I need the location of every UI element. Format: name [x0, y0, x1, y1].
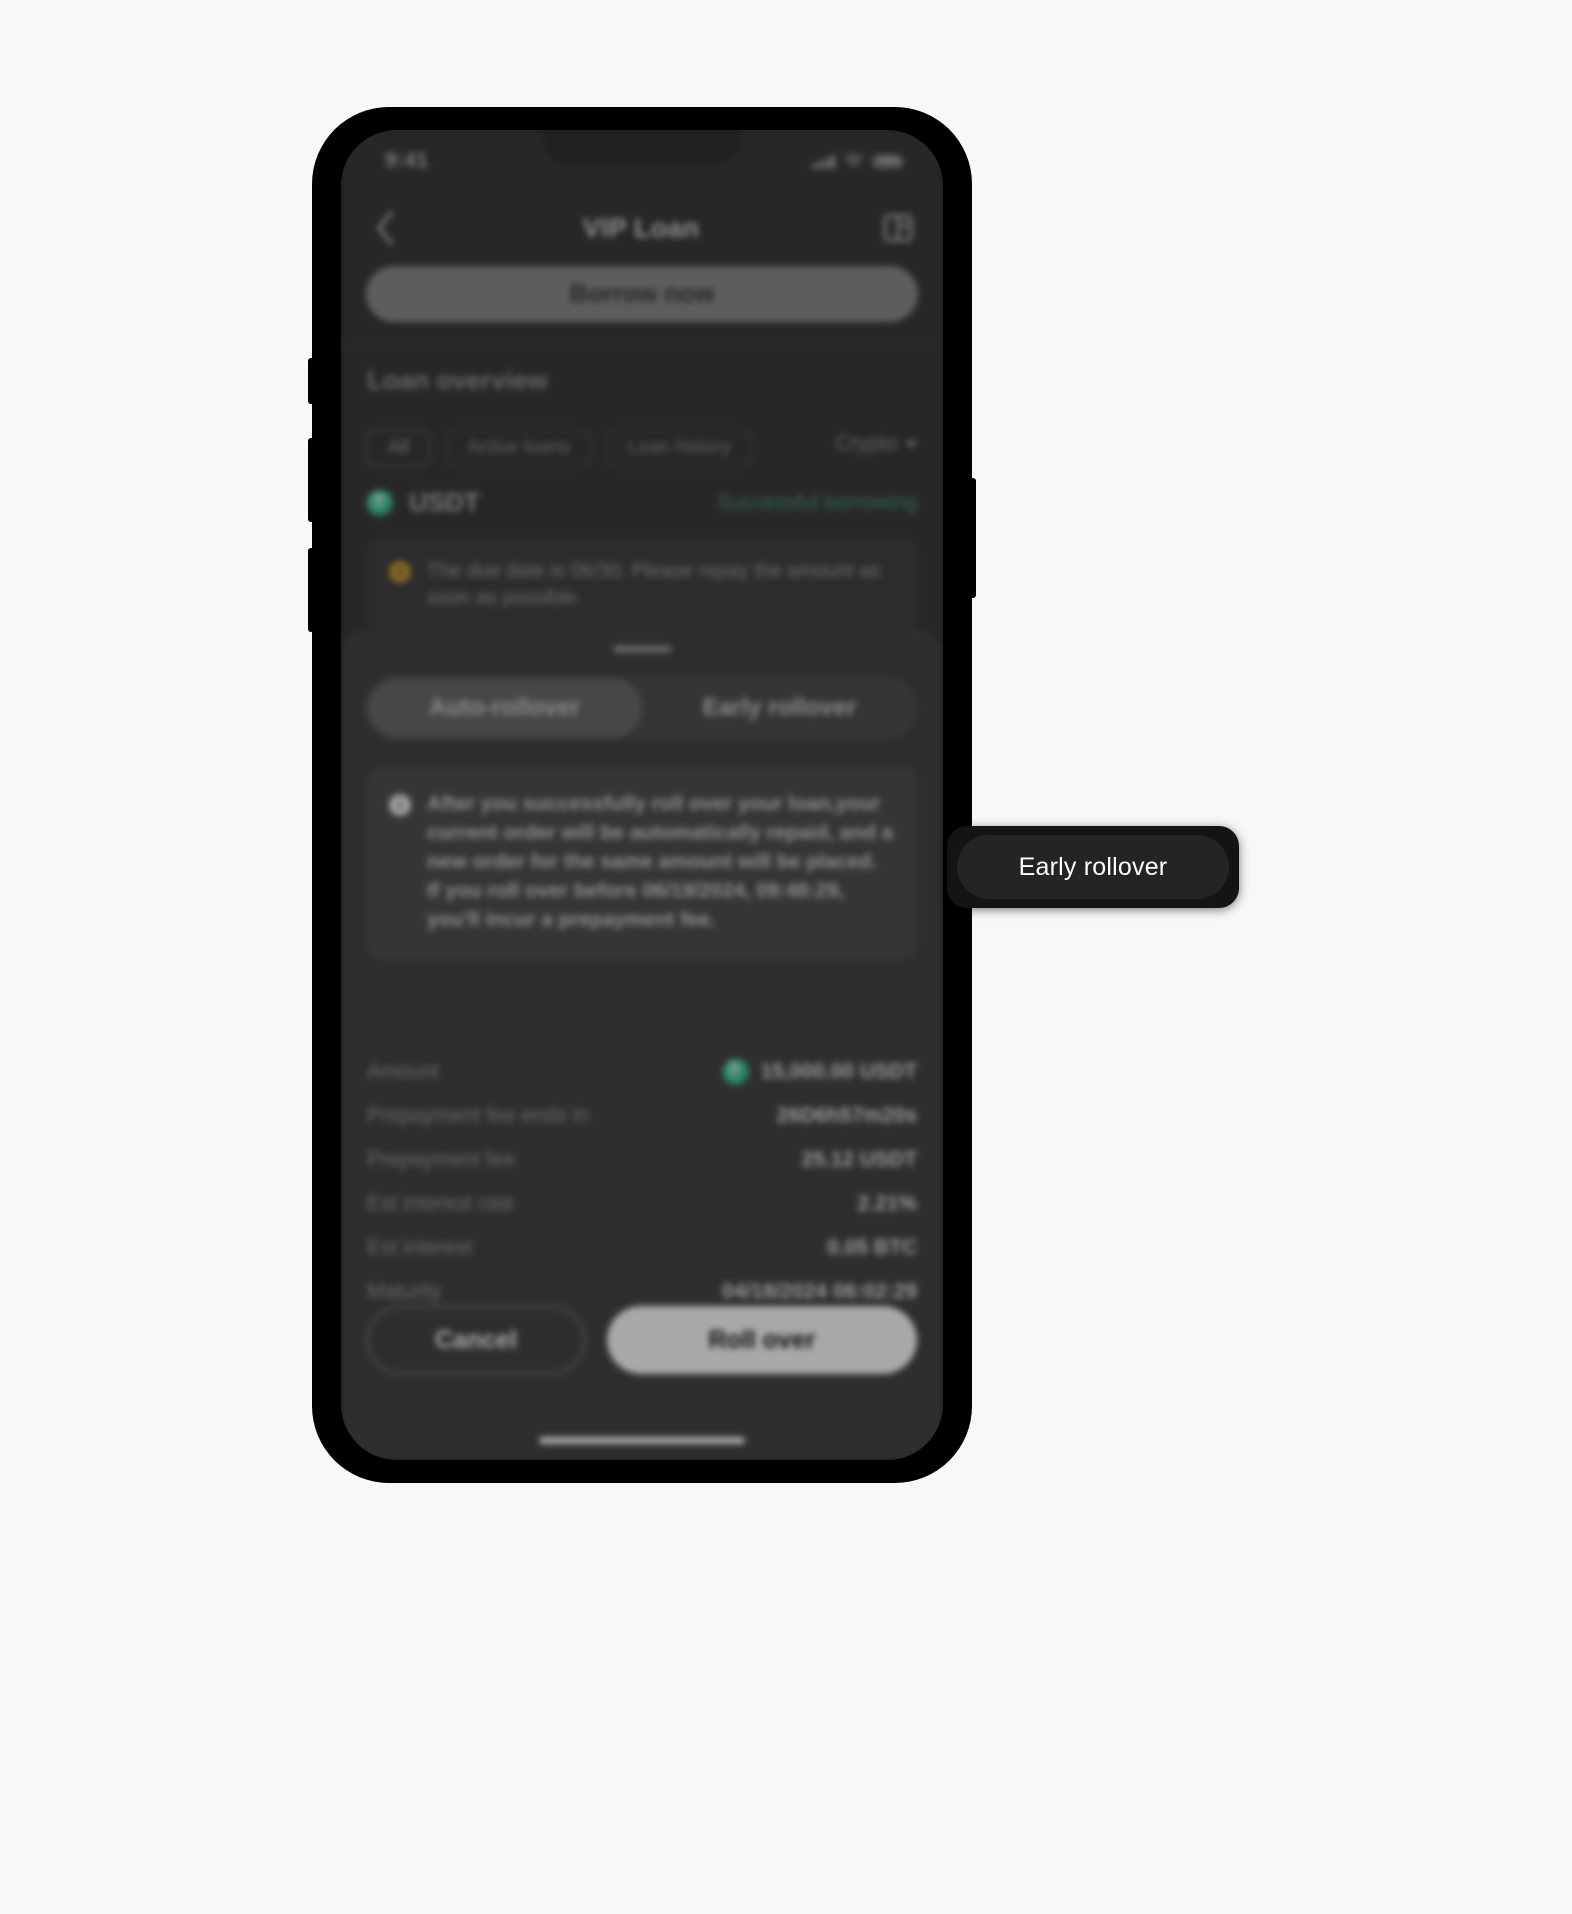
- detail-value: 04/18/2024 06:02:29: [722, 1280, 917, 1303]
- chip-active-loans[interactable]: Active loans: [446, 429, 591, 467]
- loan-overview-heading: Loan overview: [367, 365, 548, 395]
- usdt-coin-icon: [722, 1059, 749, 1085]
- detail-label: Maturity: [367, 1280, 442, 1303]
- screenshot-canvas: 9:41 VIP Loan Borrow now Loan overview A…: [0, 0, 1572, 1914]
- detail-label: Prepayment fee: [367, 1148, 516, 1171]
- detail-value: 25.12 USDT: [801, 1148, 917, 1171]
- chevron-left-icon[interactable]: [367, 210, 403, 246]
- wifi-icon: [844, 153, 864, 167]
- status-bar: 9:41: [341, 130, 943, 192]
- navigation-bar: VIP Loan: [341, 192, 943, 264]
- tab-auto-rollover[interactable]: Auto-rollover: [367, 678, 642, 738]
- loan-asset-row[interactable]: USDT Successful borrowing: [367, 487, 917, 518]
- detail-value: 15,000.00 USDT: [722, 1059, 917, 1085]
- sheet-footer-actions: Cancel Roll over: [367, 1306, 917, 1374]
- chevron-down-icon: [905, 440, 917, 448]
- phone-screen: 9:41 VIP Loan Borrow now Loan overview A…: [341, 130, 943, 1460]
- detail-row-prepayment-fee: Prepayment fee 25.12 USDT: [367, 1138, 917, 1182]
- detail-label: Prepayment fee ends in: [367, 1104, 589, 1127]
- detail-label: Est interest: [367, 1236, 473, 1259]
- section-divider: [341, 346, 943, 347]
- sheet-drag-handle[interactable]: [613, 646, 671, 652]
- crypto-filter-label: Crypto: [835, 432, 897, 455]
- chip-all[interactable]: All: [367, 429, 431, 467]
- rollover-detail-list: Amount 15,000.00 USDT Prepayment fee end…: [367, 1050, 917, 1314]
- tab-early-rollover[interactable]: Early rollover: [642, 678, 917, 738]
- detail-row-amount: Amount 15,000.00 USDT: [367, 1050, 917, 1094]
- page-title: VIP Loan: [582, 212, 700, 243]
- app-background-layer: 9:41 VIP Loan Borrow now Loan overview A…: [341, 130, 943, 1460]
- borrow-now-button[interactable]: Borrow now: [366, 266, 918, 322]
- power-button[interactable]: [970, 478, 976, 598]
- detail-value: 2.21%: [857, 1192, 917, 1215]
- loan-filter-chip-group: All Active loans Loan history: [367, 429, 753, 467]
- detail-row-est-interest: Est interest 0.05 BTC: [367, 1226, 917, 1270]
- due-date-warning: The due date is 06/30. Please repay the …: [367, 538, 917, 632]
- rollover-bottom-sheet: Auto-rollover Early rollover After you s…: [341, 630, 943, 1460]
- document-book-icon[interactable]: [879, 209, 917, 247]
- roll-over-button[interactable]: Roll over: [607, 1306, 917, 1374]
- phone-device-frame: 9:41 VIP Loan Borrow now Loan overview A…: [308, 108, 1239, 1482]
- crypto-filter-dropdown[interactable]: Crypto: [835, 432, 917, 456]
- volume-down-button[interactable]: [308, 548, 314, 632]
- cancel-button[interactable]: Cancel: [367, 1306, 585, 1374]
- detail-label: Est interest rate: [367, 1192, 515, 1215]
- rollover-tab-group: Auto-rollover Early rollover: [367, 678, 917, 738]
- asset-symbol: USDT: [409, 487, 480, 517]
- highlight-label: Early rollover: [1018, 852, 1168, 881]
- due-date-warning-text: The due date is 06/30. Please repay the …: [427, 560, 881, 609]
- warning-circle-icon: [389, 561, 411, 583]
- status-bar-time: 9:41: [385, 149, 429, 172]
- chip-loan-history[interactable]: Loan history: [606, 429, 753, 467]
- detail-value: 26D6h57m20s: [776, 1104, 917, 1127]
- volume-up-button[interactable]: [308, 438, 314, 522]
- detail-row-est-interest-rate: Est interest rate 2.21%: [367, 1182, 917, 1226]
- silent-switch[interactable]: [308, 358, 314, 404]
- detail-value: 0.05 BTC: [827, 1236, 917, 1259]
- highlighted-tab-early-rollover[interactable]: Early rollover: [947, 826, 1239, 908]
- status-badge: Successful borrowing: [717, 490, 917, 514]
- detail-row-prepayment-fee-ends-in: Prepayment fee ends in 26D6h57m20s: [367, 1094, 917, 1138]
- rollover-info-text: After you successfully roll over your lo…: [427, 792, 893, 932]
- home-indicator: [539, 1437, 745, 1444]
- rollover-info-box: After you successfully roll over your lo…: [367, 767, 917, 959]
- info-circle-icon: [389, 794, 411, 816]
- detail-label: Amount: [367, 1060, 440, 1083]
- cellular-bars-icon: [811, 154, 835, 169]
- battery-icon: [873, 154, 903, 168]
- detail-value-text: 15,000.00 USDT: [760, 1060, 917, 1083]
- status-bar-indicators: [811, 153, 903, 169]
- usdt-coin-icon: [367, 489, 393, 516]
